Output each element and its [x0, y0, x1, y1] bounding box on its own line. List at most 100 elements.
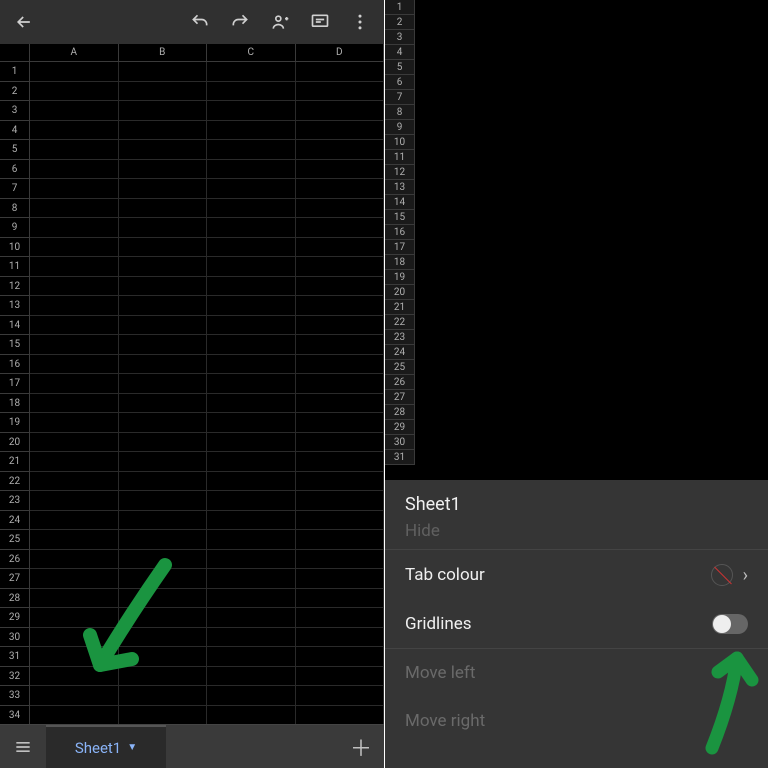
cell[interactable]: [119, 511, 208, 531]
cell[interactable]: [207, 335, 296, 355]
row-header[interactable]: 7: [385, 90, 415, 105]
row-header[interactable]: 10: [385, 135, 415, 150]
cell-area[interactable]: [415, 180, 768, 195]
cell[interactable]: [119, 257, 208, 277]
cell[interactable]: [119, 374, 208, 394]
row-header[interactable]: 20: [0, 433, 30, 453]
select-all-corner[interactable]: [0, 44, 30, 62]
row-header[interactable]: 30: [385, 435, 415, 450]
cell[interactable]: [30, 647, 119, 667]
cell[interactable]: [296, 374, 385, 394]
share-add-person-button[interactable]: [260, 2, 300, 42]
row-header[interactable]: 16: [0, 355, 30, 375]
cell[interactable]: [296, 569, 385, 589]
cell[interactable]: [119, 238, 208, 258]
cell-area[interactable]: [415, 375, 768, 390]
sheet-tab-active[interactable]: Sheet1 ▼: [46, 725, 166, 768]
cell[interactable]: [296, 62, 385, 82]
cell[interactable]: [296, 433, 385, 453]
cell[interactable]: [30, 413, 119, 433]
cell[interactable]: [207, 413, 296, 433]
cell-area[interactable]: [415, 120, 768, 135]
cell[interactable]: [296, 140, 385, 160]
cell[interactable]: [30, 257, 119, 277]
cell[interactable]: [207, 511, 296, 531]
back-button[interactable]: [4, 2, 44, 42]
add-sheet-button[interactable]: ＋: [338, 725, 384, 768]
cell-area[interactable]: [415, 165, 768, 180]
cell[interactable]: [119, 121, 208, 141]
cell-area[interactable]: [415, 390, 768, 405]
cell[interactable]: [296, 238, 385, 258]
row-header[interactable]: 25: [385, 360, 415, 375]
cell[interactable]: [30, 686, 119, 706]
row-header[interactable]: 4: [385, 45, 415, 60]
cell[interactable]: [207, 667, 296, 687]
cell-area[interactable]: [415, 450, 768, 465]
cell[interactable]: [296, 413, 385, 433]
cell[interactable]: [296, 101, 385, 121]
row-header[interactable]: 14: [385, 195, 415, 210]
cell[interactable]: [30, 82, 119, 102]
cell-area[interactable]: [415, 330, 768, 345]
cell-area[interactable]: [415, 90, 768, 105]
cell-area[interactable]: [415, 435, 768, 450]
row-header[interactable]: 31: [385, 450, 415, 465]
row-header[interactable]: 30: [0, 628, 30, 648]
cell[interactable]: [119, 550, 208, 570]
cell[interactable]: [119, 316, 208, 336]
cell-area[interactable]: [415, 30, 768, 45]
row-header[interactable]: 1: [0, 62, 30, 82]
cell[interactable]: [119, 413, 208, 433]
row-header[interactable]: 3: [0, 101, 30, 121]
cell[interactable]: [30, 179, 119, 199]
row-header[interactable]: 1: [385, 0, 415, 15]
spreadsheet-grid[interactable]: A B C D 12345678910111213141516171819202…: [0, 44, 384, 724]
cell[interactable]: [30, 628, 119, 648]
cell[interactable]: [30, 374, 119, 394]
row-header[interactable]: 9: [0, 218, 30, 238]
row-header[interactable]: 12: [0, 277, 30, 297]
row-header[interactable]: 4: [0, 121, 30, 141]
cell[interactable]: [296, 530, 385, 550]
cell[interactable]: [296, 589, 385, 609]
cell[interactable]: [207, 121, 296, 141]
cell[interactable]: [30, 706, 119, 726]
row-header[interactable]: 24: [385, 345, 415, 360]
cell[interactable]: [207, 238, 296, 258]
cell-area[interactable]: [415, 270, 768, 285]
cell[interactable]: [207, 101, 296, 121]
cell[interactable]: [296, 218, 385, 238]
cell[interactable]: [30, 394, 119, 414]
cell[interactable]: [30, 530, 119, 550]
cell[interactable]: [207, 62, 296, 82]
redo-button[interactable]: [220, 2, 260, 42]
cell[interactable]: [30, 277, 119, 297]
cell[interactable]: [119, 355, 208, 375]
cell[interactable]: [30, 238, 119, 258]
gridlines-toggle[interactable]: [712, 614, 748, 634]
cell[interactable]: [207, 452, 296, 472]
cell[interactable]: [119, 296, 208, 316]
cell[interactable]: [119, 472, 208, 492]
cell-area[interactable]: [415, 210, 768, 225]
cell[interactable]: [119, 647, 208, 667]
cell[interactable]: [30, 121, 119, 141]
cell[interactable]: [30, 355, 119, 375]
row-header[interactable]: 5: [385, 60, 415, 75]
cell[interactable]: [207, 160, 296, 180]
cell[interactable]: [119, 686, 208, 706]
cell-area[interactable]: [415, 420, 768, 435]
cell[interactable]: [296, 179, 385, 199]
cell[interactable]: [207, 140, 296, 160]
cell[interactable]: [30, 296, 119, 316]
cell[interactable]: [119, 628, 208, 648]
cell[interactable]: [207, 647, 296, 667]
cell[interactable]: [207, 316, 296, 336]
more-options-button[interactable]: [340, 2, 380, 42]
row-header[interactable]: 23: [0, 491, 30, 511]
comment-button[interactable]: [300, 2, 340, 42]
cell-area[interactable]: [415, 45, 768, 60]
cell[interactable]: [207, 628, 296, 648]
spreadsheet-grid-nolines[interactable]: 1234567891011121314151617181920212223242…: [385, 0, 768, 480]
